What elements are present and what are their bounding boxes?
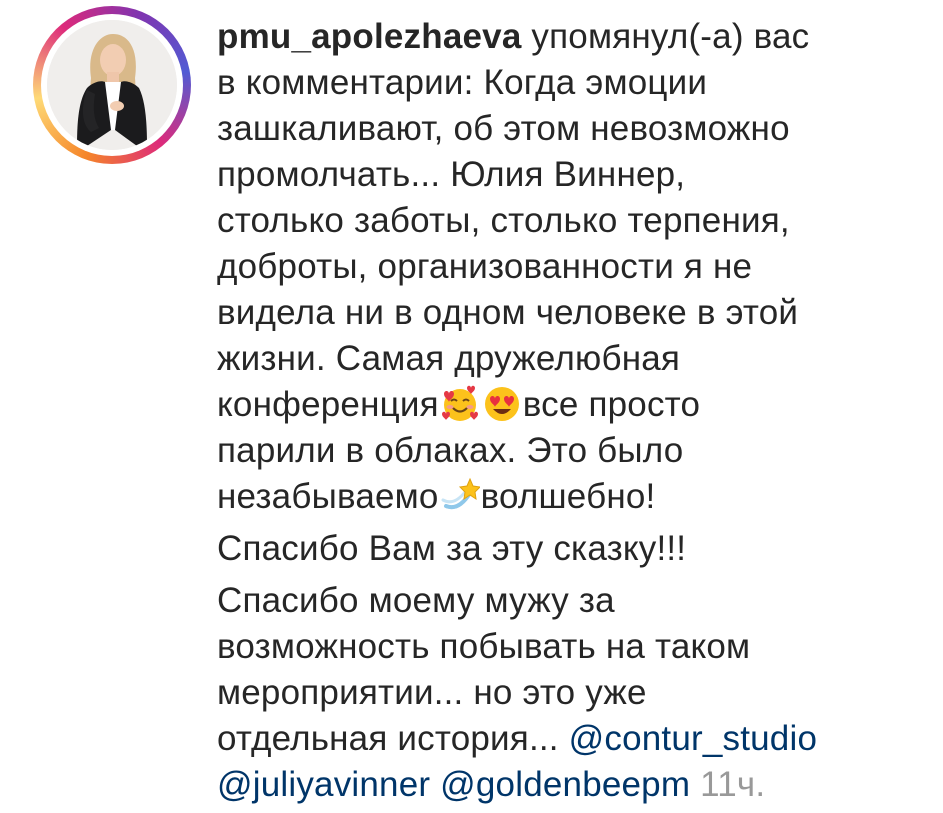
mention-link[interactable]: @contur_studio bbox=[569, 719, 817, 758]
avatar-ring-gap bbox=[41, 14, 183, 156]
mention-link[interactable]: @juliyavinner bbox=[217, 765, 430, 804]
dizzy-star-icon bbox=[441, 477, 480, 510]
comment-line: конференция все просто bbox=[217, 382, 917, 428]
comment-line: незабываемо волшебно! bbox=[217, 474, 917, 520]
mention-link[interactable]: @goldenbeepm bbox=[440, 765, 690, 804]
comment-text-segment: отдельная история... bbox=[217, 719, 569, 758]
avatar[interactable] bbox=[47, 20, 177, 150]
mention-notification[interactable]: pmu_apolezhaeva упомянул(-а) вас в комме… bbox=[0, 0, 943, 813]
comment-line: в комментарии: Когда эмоции bbox=[217, 63, 708, 102]
heart-eyes-icon bbox=[484, 387, 519, 421]
comment-text-segment: волшебно! bbox=[480, 477, 656, 516]
comment-line: жизни. Самая дружелюбная bbox=[217, 339, 681, 378]
comment-line: зашкаливают, об этом невозможно bbox=[217, 109, 790, 148]
smiling-face-with-hearts-icon bbox=[441, 385, 478, 421]
comment-line: отдельная история... @contur_studio bbox=[217, 716, 917, 762]
comment-line: Спасибо моему мужу за bbox=[217, 581, 615, 620]
comment-line: парили в облаках. Это было bbox=[217, 431, 684, 470]
comment-line: доброты, организованности я не bbox=[217, 247, 753, 286]
timestamp: 11ч. bbox=[700, 765, 766, 804]
comment-line: возможность побывать на таком bbox=[217, 627, 751, 666]
comment-line: промолчать... Юлия Виннер, bbox=[217, 155, 686, 194]
comment-text-segment: конференция bbox=[217, 385, 439, 424]
comment-text-segment: все просто bbox=[522, 385, 701, 424]
comment-text-segment: незабываемо bbox=[217, 477, 439, 516]
action-text: упомянул(-а) вас bbox=[521, 17, 810, 56]
comment-text: pmu_apolezhaeva упомянул(-а) вас в комме… bbox=[217, 14, 917, 808]
comment-line: видела ни в одном человеке в этой bbox=[217, 293, 799, 332]
comment-line: столько заботы, столько терпения, bbox=[217, 201, 790, 240]
avatar-photo-image bbox=[47, 20, 177, 150]
username-link[interactable]: pmu_apolezhaeva bbox=[217, 17, 522, 56]
comment-paragraph: Спасибо Вам за эту сказку!!! bbox=[217, 529, 687, 568]
comment-line: мероприятии... но это уже bbox=[217, 673, 647, 712]
comment-line: pmu_apolezhaeva упомянул(-а) вас bbox=[217, 14, 917, 60]
comment-line: @juliyavinner @goldenbeepm 11ч. bbox=[217, 762, 917, 808]
avatar-story-ring[interactable] bbox=[33, 6, 191, 164]
